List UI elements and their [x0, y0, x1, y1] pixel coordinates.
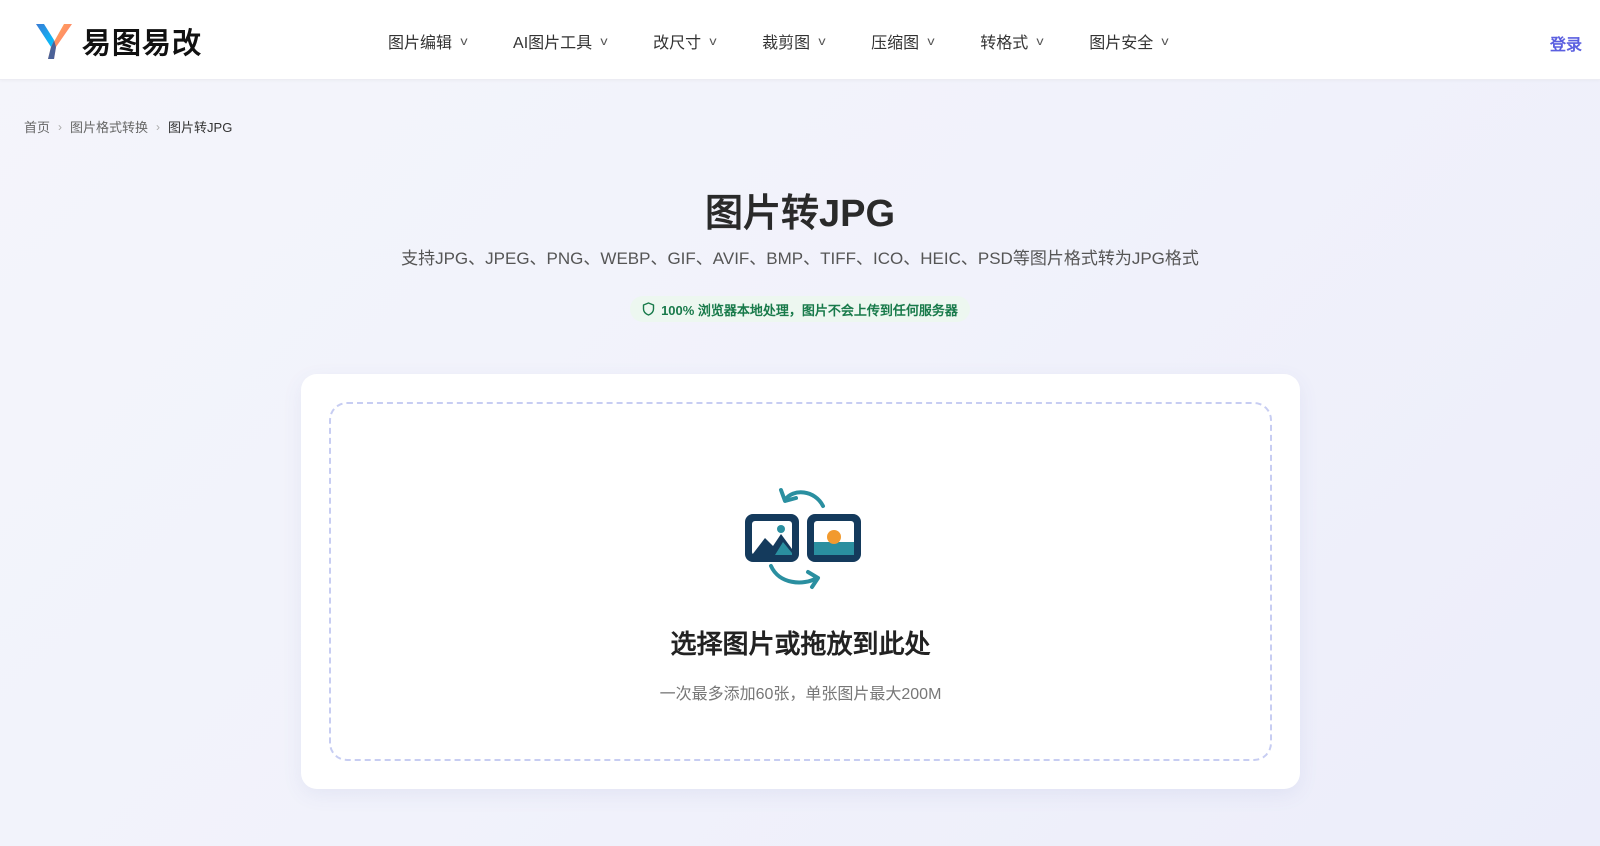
- chevron-down-icon: v: [818, 34, 826, 48]
- nav-item-crop[interactable]: 裁剪图 v: [762, 28, 826, 54]
- nav-item-label: 图片编辑: [388, 35, 453, 52]
- nav-item-label: 裁剪图: [762, 35, 811, 52]
- page-title: 图片转JPG: [704, 193, 896, 235]
- breadcrumb-separator: ›: [156, 119, 161, 134]
- brand-name: 易图易改: [82, 26, 203, 60]
- upload-card: 选择图片或拖放到此处 一次最多添加60张，单张图片最大200M: [301, 374, 1300, 789]
- nav-item-compress[interactable]: 压缩图 v: [871, 28, 935, 54]
- upload-title: 选择图片或拖放到此处: [670, 629, 931, 659]
- nav-item-convert[interactable]: 转格式 v: [980, 28, 1044, 54]
- breadcrumb-current: 图片转JPG: [168, 120, 233, 135]
- breadcrumb-home[interactable]: 首页: [24, 117, 50, 136]
- main-nav: 图片编辑 v AI图片工具 v 改尺寸 v 裁剪图 v 压缩图 v 转格式 v …: [388, 28, 1169, 54]
- brand-logo[interactable]: 易图易改: [34, 20, 202, 62]
- upload-dropzone[interactable]: 选择图片或拖放到此处 一次最多添加60张，单张图片最大200M: [329, 402, 1272, 761]
- chevron-down-icon: v: [927, 34, 935, 48]
- breadcrumb-separator: ›: [58, 119, 63, 134]
- nav-item-label: 图片安全: [1089, 35, 1154, 52]
- breadcrumb-format-convert[interactable]: 图片格式转换: [70, 117, 148, 136]
- nav-item-image-security[interactable]: 图片安全 v: [1089, 28, 1169, 54]
- login-link[interactable]: 登录: [1550, 31, 1582, 55]
- privacy-badge: 100% 浏览器本地处理，图片不会上传到任何服务器: [630, 296, 970, 322]
- nav-item-label: 改尺寸: [653, 35, 702, 52]
- chevron-down-icon: v: [600, 34, 608, 48]
- shield-icon: [642, 302, 655, 316]
- nav-item-ai-tools[interactable]: AI图片工具 v: [513, 28, 608, 54]
- nav-item-label: AI图片工具: [513, 35, 593, 52]
- upload-hint: 一次最多添加60张，单张图片最大200M: [659, 686, 942, 703]
- page-subtitle: 支持JPG、JPEG、PNG、WEBP、GIF、AVIF、BMP、TIFF、IC…: [401, 249, 1199, 268]
- chevron-down-icon: v: [709, 34, 717, 48]
- chevron-down-icon: v: [460, 34, 468, 48]
- image-convert-icon: [745, 488, 861, 589]
- breadcrumb: 首页 › 图片格式转换 › 图片转JPG: [24, 117, 232, 136]
- chevron-down-icon: v: [1161, 34, 1169, 48]
- privacy-badge-wrap: 100% 浏览器本地处理，图片不会上传到任何服务器: [0, 296, 1600, 322]
- y-logo-icon: [36, 24, 72, 59]
- nav-item-label: 压缩图: [871, 35, 920, 52]
- top-header: 易图易改 图片编辑 v AI图片工具 v 改尺寸 v 裁剪图 v 压缩图 v 转…: [0, 0, 1600, 80]
- chevron-down-icon: v: [1036, 34, 1044, 48]
- privacy-badge-text: 100% 浏览器本地处理，图片不会上传到任何服务器: [661, 302, 958, 318]
- nav-item-label: 转格式: [980, 35, 1029, 52]
- nav-item-resize[interactable]: 改尺寸 v: [653, 28, 717, 54]
- nav-item-image-edit[interactable]: 图片编辑 v: [388, 28, 468, 54]
